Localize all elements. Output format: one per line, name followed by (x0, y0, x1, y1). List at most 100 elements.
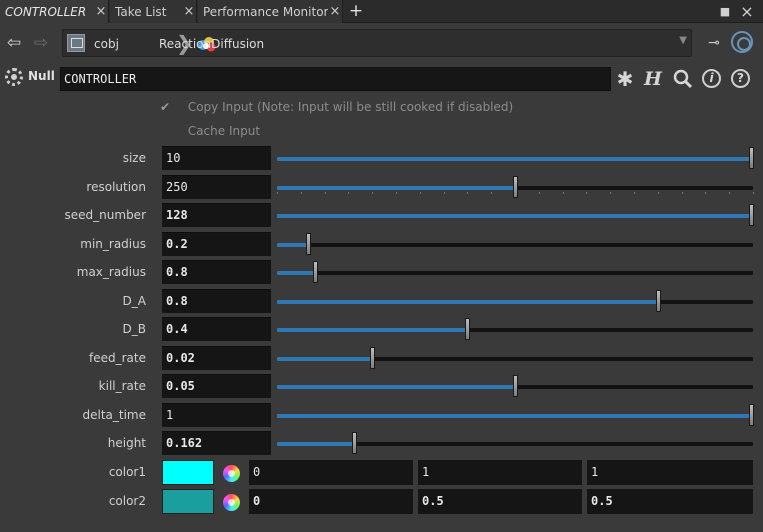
param-label: feed_rate (89, 351, 146, 365)
tab-performance-monitor[interactable]: Performance Monitor × (198, 0, 343, 23)
param-slider[interactable] (277, 233, 753, 255)
slider-handle[interactable] (313, 261, 319, 283)
forward-arrow-icon[interactable]: ⇨ (30, 33, 52, 53)
slider-fill (277, 243, 308, 247)
param-slider[interactable] (277, 290, 753, 312)
path-segment-prefix: c (94, 37, 101, 51)
param-row-7: feed_rate 0.02 (0, 345, 763, 371)
param-value-field[interactable]: 0.8 (162, 289, 271, 313)
slider-handle[interactable] (305, 233, 311, 255)
copy-input-toggle[interactable]: ✔ Copy Input (Note: Input will be still … (160, 97, 513, 117)
param-value-field[interactable]: 0.2 (162, 232, 271, 256)
color-row-1: color2 0 0.5 0.5 (0, 488, 763, 514)
param-label: delta_time (82, 408, 146, 422)
param-row-10: height 0.162 (0, 430, 763, 456)
slider-handle[interactable] (352, 432, 358, 454)
settings-gear-icon[interactable]: ✱ (613, 67, 637, 91)
pin-icon[interactable]: ⊸ (703, 33, 725, 53)
path-field[interactable]: cobj ❯ ReactionDiffusion ▼ (62, 29, 692, 57)
node-type-label: Null (28, 69, 55, 83)
param-row-8: kill_rate 0.05 (0, 373, 763, 399)
slider-handle[interactable] (749, 147, 754, 169)
slider-handle[interactable] (655, 290, 661, 312)
param-value-field[interactable]: 128 (162, 203, 271, 227)
path-segment-reactiondiffusion[interactable]: ReactionDiffusion (159, 35, 264, 53)
slider-handle[interactable] (749, 204, 754, 226)
slider-tick (396, 192, 397, 194)
node-name-input[interactable]: CONTROLLER (60, 67, 611, 91)
path-segment-obj[interactable]: cobj (94, 35, 119, 53)
color-component-field[interactable]: 0 (249, 489, 413, 514)
param-label: seed_number (64, 208, 146, 222)
slider-handle[interactable] (749, 404, 754, 426)
info-icon[interactable]: i (702, 69, 721, 88)
param-slider[interactable] (277, 375, 753, 397)
param-row-0: size 10 (0, 145, 763, 171)
param-value-field[interactable]: 0.162 (162, 431, 271, 455)
slider-fill (277, 214, 753, 218)
param-value-field[interactable]: 0.05 (162, 374, 271, 398)
slider-tick (372, 192, 374, 194)
checkmark-icon: ✔ (160, 100, 171, 114)
slider-fill (277, 385, 515, 389)
slider-tick (277, 192, 278, 194)
param-value-field[interactable]: 10 (162, 146, 271, 170)
color-swatch[interactable] (162, 489, 214, 514)
param-row-3: min_radius 0.2 (0, 231, 763, 257)
param-value-field[interactable]: 0.4 (162, 317, 271, 341)
param-slider[interactable] (277, 261, 753, 283)
param-slider[interactable] (277, 204, 754, 226)
param-label: resolution (86, 180, 146, 194)
back-arrow-icon[interactable]: ⇦ (3, 33, 25, 53)
param-value-field[interactable]: 0.8 (162, 260, 271, 284)
param-row-5: D_A 0.8 (0, 288, 763, 314)
color-component-field[interactable]: 1 (587, 460, 753, 485)
slider-handle[interactable] (513, 176, 518, 198)
slider-handle[interactable] (370, 347, 376, 369)
color-wheel-icon[interactable] (223, 465, 240, 482)
color-component-field[interactable]: 0.5 (587, 489, 753, 514)
close-pane-icon[interactable]: × (738, 0, 756, 23)
color-swatch[interactable] (162, 460, 214, 485)
copy-input-label: Copy Input (Note: Input will be still co… (187, 100, 514, 114)
color-wheel-icon[interactable] (223, 494, 240, 511)
tab-controller[interactable]: CONTROLLER × (0, 0, 109, 23)
new-tab-button[interactable]: + (344, 0, 368, 23)
search-icon[interactable] (671, 67, 695, 91)
param-slider[interactable] (277, 404, 754, 426)
param-slider[interactable] (277, 347, 753, 369)
param-row-4: max_radius 0.8 (0, 259, 763, 285)
param-label: kill_rate (98, 379, 146, 393)
param-value-field[interactable]: 1 (162, 403, 271, 427)
slider-tick (705, 192, 707, 194)
help-h-icon[interactable]: H (641, 67, 665, 91)
param-slider[interactable] (277, 432, 753, 454)
param-row-6: D_B 0.4 (0, 316, 763, 342)
param-label: min_radius (80, 237, 146, 251)
slider-handle[interactable] (513, 375, 518, 397)
tab-label: Take List (115, 4, 167, 19)
param-value-field[interactable]: 250 (162, 175, 271, 199)
param-value-field[interactable]: 0.02 (162, 346, 271, 370)
param-label: D_A (122, 294, 146, 308)
close-icon[interactable]: × (182, 4, 196, 19)
param-slider[interactable] (277, 147, 754, 169)
slider-handle[interactable] (465, 318, 471, 340)
color-row-0: color1 0 1 1 (0, 459, 763, 485)
link-icon[interactable] (731, 31, 753, 53)
color-component-field[interactable]: 1 (418, 460, 582, 485)
maximize-icon[interactable]: ■ (716, 0, 734, 23)
param-slider[interactable] (277, 318, 753, 340)
param-slider[interactable] (277, 176, 754, 198)
slider-tick (348, 192, 350, 194)
color-component-field[interactable]: 0 (249, 460, 413, 485)
close-icon[interactable]: × (94, 4, 108, 19)
chevron-down-icon[interactable]: ▼ (679, 35, 687, 46)
cache-input-toggle[interactable]: Cache Input (160, 121, 260, 141)
color-component-field[interactable]: 0.5 (418, 489, 582, 514)
tab-bar: CONTROLLER × Take List × Performance Mon… (0, 0, 763, 23)
tab-take-list[interactable]: Take List × (110, 0, 197, 23)
close-icon[interactable]: × (328, 4, 342, 19)
help-icon[interactable]: ? (731, 69, 750, 88)
node-gear-icon[interactable] (5, 68, 23, 86)
